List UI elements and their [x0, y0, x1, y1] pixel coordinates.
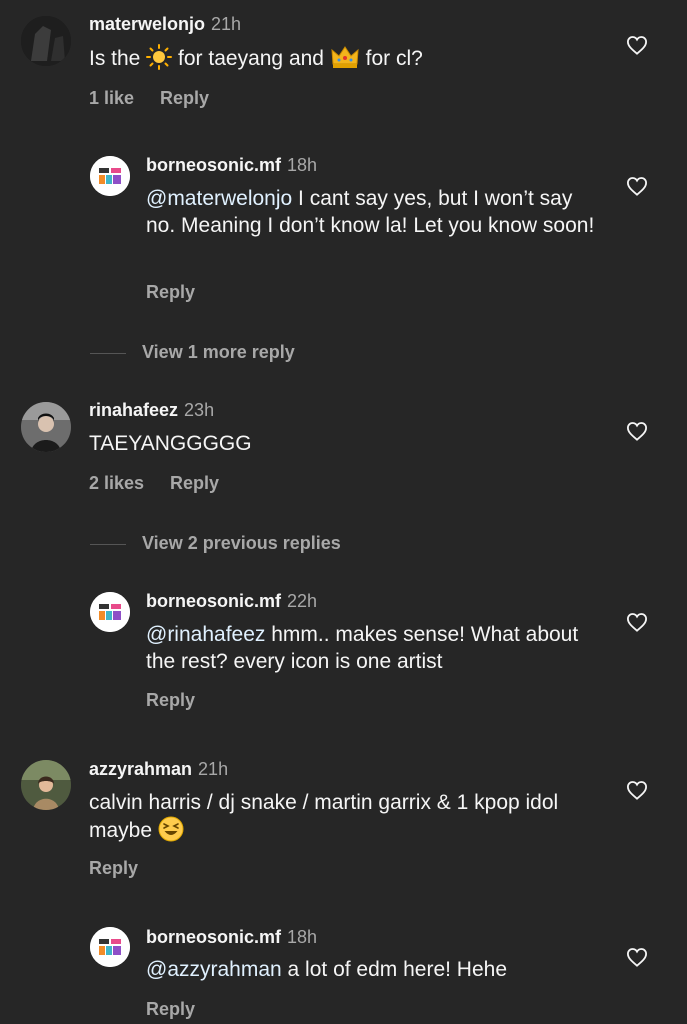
- comment-meta: azzyrahman 21h: [89, 758, 228, 780]
- sun-emoji: [146, 44, 173, 77]
- comment-text: @rinahafeez hmm.. makes sense! What abou…: [146, 623, 579, 673]
- comment-text: TAEYANGGGGG: [89, 432, 252, 455]
- comment-actions: Reply: [146, 998, 221, 1020]
- heart-outline-icon[interactable]: [626, 35, 648, 55]
- reply-button[interactable]: Reply: [146, 690, 195, 710]
- comment-meta: borneosonic.mf 22h: [146, 590, 317, 612]
- comment-text: calvin harris / dj snake / martin garrix…: [89, 789, 609, 849]
- laughing-emoji: [158, 816, 184, 849]
- comment-text: @azzyrahman a lot of edm here! Hehe: [146, 958, 508, 981]
- divider-line: [90, 352, 126, 354]
- reply-button[interactable]: Reply: [89, 858, 138, 878]
- comment-text: Is the for taeyang and for cl?: [89, 44, 423, 77]
- comment-meta: borneosonic.mf 18h: [146, 926, 317, 948]
- avatar-borneosonic[interactable]: [90, 927, 130, 967]
- reply-button[interactable]: Reply: [160, 88, 209, 108]
- mention-link[interactable]: @azzyrahman: [146, 958, 282, 981]
- timestamp: 21h: [198, 759, 229, 779]
- username[interactable]: borneosonic.mf: [146, 927, 281, 947]
- reply-button[interactable]: Reply: [146, 282, 195, 302]
- heart-outline-icon[interactable]: [626, 176, 648, 196]
- timestamp: 23h: [184, 400, 215, 420]
- username[interactable]: borneosonic.mf: [146, 155, 281, 175]
- comment-actions: 1 like Reply: [89, 87, 235, 109]
- timestamp: 18h: [287, 155, 318, 175]
- divider-line: [90, 543, 126, 545]
- timestamp: 22h: [287, 591, 318, 611]
- comment-text: @materwelonjo I cant say yes, but I won’…: [146, 187, 595, 237]
- username[interactable]: materwelonjo: [89, 14, 205, 34]
- avatar-borneosonic[interactable]: [90, 592, 130, 632]
- timestamp: 18h: [287, 927, 318, 947]
- comment-actions: Reply: [89, 857, 164, 879]
- reply-button[interactable]: Reply: [170, 473, 219, 493]
- heart-outline-icon[interactable]: [626, 612, 648, 632]
- likes-count[interactable]: 2 likes: [89, 473, 144, 493]
- heart-outline-icon[interactable]: [626, 947, 648, 967]
- timestamp: 21h: [211, 14, 242, 34]
- comment-meta: materwelonjo 21h: [89, 13, 241, 35]
- reply-button[interactable]: Reply: [146, 999, 195, 1019]
- comment-actions: Reply: [146, 281, 221, 303]
- mention-link[interactable]: @rinahafeez: [146, 623, 265, 646]
- mention-link[interactable]: @materwelonjo: [146, 187, 292, 210]
- heart-outline-icon[interactable]: [626, 780, 648, 800]
- view-more-replies-button[interactable]: View 1 more reply: [90, 341, 295, 363]
- heart-outline-icon[interactable]: [626, 421, 648, 441]
- likes-count[interactable]: 1 like: [89, 88, 134, 108]
- crown-emoji: [330, 44, 360, 77]
- avatar-borneosonic[interactable]: [90, 156, 130, 196]
- comment-meta: rinahafeez 23h: [89, 399, 214, 421]
- username[interactable]: azzyrahman: [89, 759, 192, 779]
- avatar-azzyrahman[interactable]: [21, 760, 71, 810]
- comment-actions: 2 likes Reply: [89, 472, 245, 494]
- comment-actions: Reply: [146, 689, 221, 711]
- username[interactable]: rinahafeez: [89, 400, 178, 420]
- username[interactable]: borneosonic.mf: [146, 591, 281, 611]
- view-previous-replies-button[interactable]: View 2 previous replies: [90, 532, 341, 554]
- avatar-rinahafeez[interactable]: [21, 402, 71, 452]
- comment-meta: borneosonic.mf 18h: [146, 154, 317, 176]
- avatar-materwelonjo[interactable]: [21, 16, 71, 66]
